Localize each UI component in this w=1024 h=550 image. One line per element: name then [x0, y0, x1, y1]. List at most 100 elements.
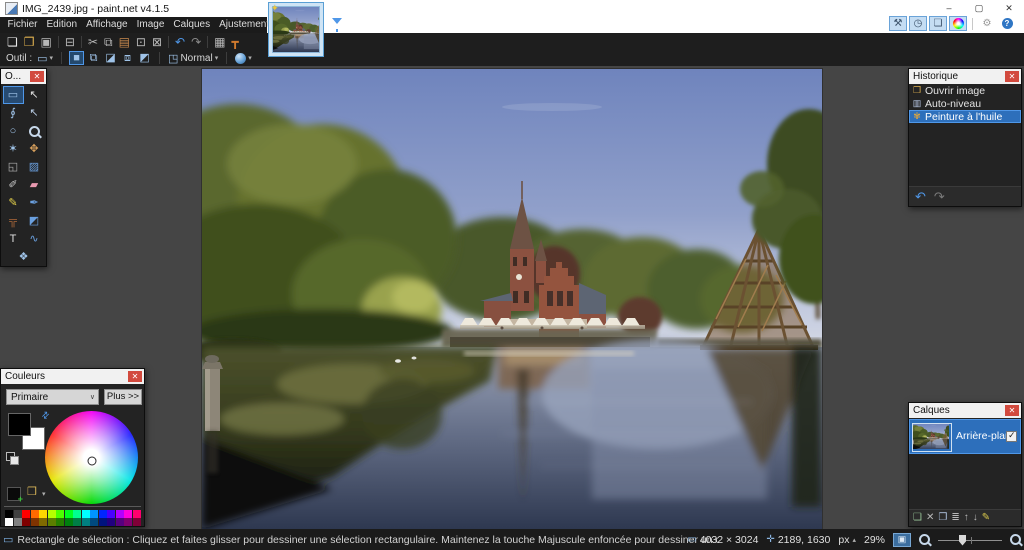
- zoom-out-icon[interactable]: [919, 534, 930, 545]
- menu-item-fichier[interactable]: Fichier: [3, 17, 42, 33]
- palette-swatch[interactable]: [99, 510, 107, 518]
- undo-button[interactable]: ↶: [172, 34, 188, 50]
- history-item[interactable]: ✾Peinture à l'huile: [909, 110, 1021, 123]
- cut-button[interactable]: ✂: [85, 34, 101, 50]
- close-icon[interactable]: ✕: [128, 371, 142, 382]
- palette-swatch[interactable]: [56, 510, 64, 518]
- palette-swatch[interactable]: [124, 510, 132, 518]
- units-dropdown[interactable]: px ▴: [838, 534, 856, 546]
- add-layer-button[interactable]: ❏: [913, 513, 922, 523]
- history-item[interactable]: ▥Auto-niveau: [909, 97, 1021, 110]
- grid-button[interactable]: ▦: [211, 34, 228, 50]
- tool-line-curve[interactable]: ∿: [24, 230, 45, 248]
- palette-swatch[interactable]: [90, 518, 98, 526]
- layer-visibility-checkbox[interactable]: [1006, 431, 1017, 442]
- palette-swatch[interactable]: [82, 510, 90, 518]
- move-layer-up-button[interactable]: ↑: [964, 513, 969, 523]
- image-tab-active[interactable]: ✦: [268, 2, 324, 57]
- color-wheel-selector[interactable]: [87, 457, 96, 466]
- zoom-slider[interactable]: [938, 534, 1002, 546]
- palette-swatch[interactable]: [48, 510, 56, 518]
- delete-layer-button[interactable]: ✕: [926, 513, 934, 523]
- swap-colors-icon[interactable]: ⇄: [39, 409, 52, 422]
- tool-text[interactable]: T: [3, 230, 24, 248]
- palette-swatch[interactable]: [48, 518, 56, 526]
- tool-paintbrush[interactable]: ✐: [3, 176, 24, 194]
- palette-swatch[interactable]: [73, 510, 81, 518]
- palette-swatch[interactable]: [116, 510, 124, 518]
- tool-gradient[interactable]: ▨: [24, 158, 45, 176]
- tool-lasso-select[interactable]: ∮: [3, 104, 24, 122]
- tool-eraser[interactable]: ▰: [24, 176, 45, 194]
- selection-mode-subtract[interactable]: ◪: [103, 51, 118, 65]
- colors-window-toggle[interactable]: [949, 16, 967, 31]
- palette-swatch[interactable]: [107, 510, 115, 518]
- help-button[interactable]: ?: [998, 16, 1016, 31]
- image-list-dropdown-icon[interactable]: [332, 18, 342, 24]
- close-icon[interactable]: ✕: [1005, 405, 1019, 416]
- redo-icon[interactable]: ↷: [934, 190, 945, 203]
- color-wheel[interactable]: [45, 411, 138, 504]
- colors-window-titlebar[interactable]: Couleurs ✕: [1, 369, 144, 384]
- canvas-image[interactable]: [202, 69, 822, 529]
- layers-window-toggle[interactable]: ❏: [929, 16, 947, 31]
- palette-swatch[interactable]: [133, 510, 141, 518]
- palette-swatch[interactable]: [5, 510, 13, 518]
- current-tool-dropdown[interactable]: ▭ ▾: [35, 51, 55, 65]
- menu-item-affichage[interactable]: Affichage: [82, 17, 133, 33]
- add-to-palette-icon[interactable]: [7, 487, 21, 501]
- fit-to-window-button[interactable]: ▣: [893, 533, 911, 547]
- more-colors-button[interactable]: Plus >>: [104, 389, 142, 405]
- menu-item-edition[interactable]: Edition: [42, 17, 82, 33]
- palette-swatch[interactable]: [14, 518, 22, 526]
- tool-move-selection[interactable]: ↖: [24, 104, 45, 122]
- tool-shapes[interactable]: ❖: [3, 248, 45, 266]
- palette-swatch[interactable]: [90, 510, 98, 518]
- palette-menu-icon[interactable]: ❒: [27, 485, 37, 498]
- tool-move-selected-pixels[interactable]: ↖: [24, 86, 45, 104]
- selection-mode-xor[interactable]: ◩: [137, 51, 152, 65]
- ruler-button[interactable]: ┳: [229, 34, 242, 50]
- tool-pencil[interactable]: ✎: [3, 194, 24, 212]
- palette-swatch[interactable]: [107, 518, 115, 526]
- crop-button[interactable]: ⊡: [133, 34, 149, 50]
- tool-color-picker[interactable]: ✒: [24, 194, 45, 212]
- move-layer-down-button[interactable]: ↓: [973, 513, 978, 523]
- selection-mode-replace[interactable]: ■: [69, 51, 84, 65]
- palette-swatch[interactable]: [133, 518, 141, 526]
- palette-swatch[interactable]: [56, 518, 64, 526]
- chevron-down-icon[interactable]: ▾: [42, 490, 46, 498]
- merge-layer-down-button[interactable]: ≣: [951, 513, 959, 523]
- tool-paint-bucket[interactable]: ◱: [3, 158, 24, 176]
- tools-window-toggle[interactable]: ⚒: [889, 16, 907, 31]
- zoom-slider-thumb[interactable]: [959, 535, 966, 546]
- menu-item-image[interactable]: Image: [132, 17, 169, 33]
- tool-pan[interactable]: ✥: [24, 140, 45, 158]
- tool-clone-stamp[interactable]: ╦: [3, 212, 24, 230]
- close-icon[interactable]: ✕: [1005, 71, 1019, 82]
- palette-swatch[interactable]: [31, 510, 39, 518]
- layer-properties-button[interactable]: ✎: [982, 513, 990, 523]
- tool-zoom[interactable]: [24, 122, 45, 140]
- palette-swatch[interactable]: [65, 518, 73, 526]
- zoom-in-icon[interactable]: [1010, 534, 1021, 545]
- tool-magic-wand[interactable]: ✶: [3, 140, 24, 158]
- palette-swatch[interactable]: [116, 518, 124, 526]
- reset-colors-icon[interactable]: [6, 452, 15, 461]
- close-icon[interactable]: ✕: [30, 71, 44, 82]
- paste-button[interactable]: ▤: [116, 34, 133, 50]
- palette-swatch[interactable]: [14, 510, 22, 518]
- deselect-button[interactable]: ⊠: [149, 34, 165, 50]
- palette-swatch[interactable]: [124, 518, 132, 526]
- history-item[interactable]: ❒Ouvrir image: [909, 84, 1021, 97]
- selection-mode-intersect[interactable]: ⧈: [120, 51, 135, 65]
- palette-swatch[interactable]: [39, 510, 47, 518]
- settings-button[interactable]: ⚙: [978, 16, 996, 31]
- palette-swatch[interactable]: [39, 518, 47, 526]
- tool-recolor[interactable]: ◩: [24, 212, 45, 230]
- open-file-button[interactable]: ❒: [21, 34, 38, 50]
- palette-swatch[interactable]: [65, 510, 73, 518]
- save-button[interactable]: ▣: [38, 34, 55, 50]
- layers-window-titlebar[interactable]: Calques ✕: [909, 403, 1021, 418]
- palette-swatch[interactable]: [22, 518, 30, 526]
